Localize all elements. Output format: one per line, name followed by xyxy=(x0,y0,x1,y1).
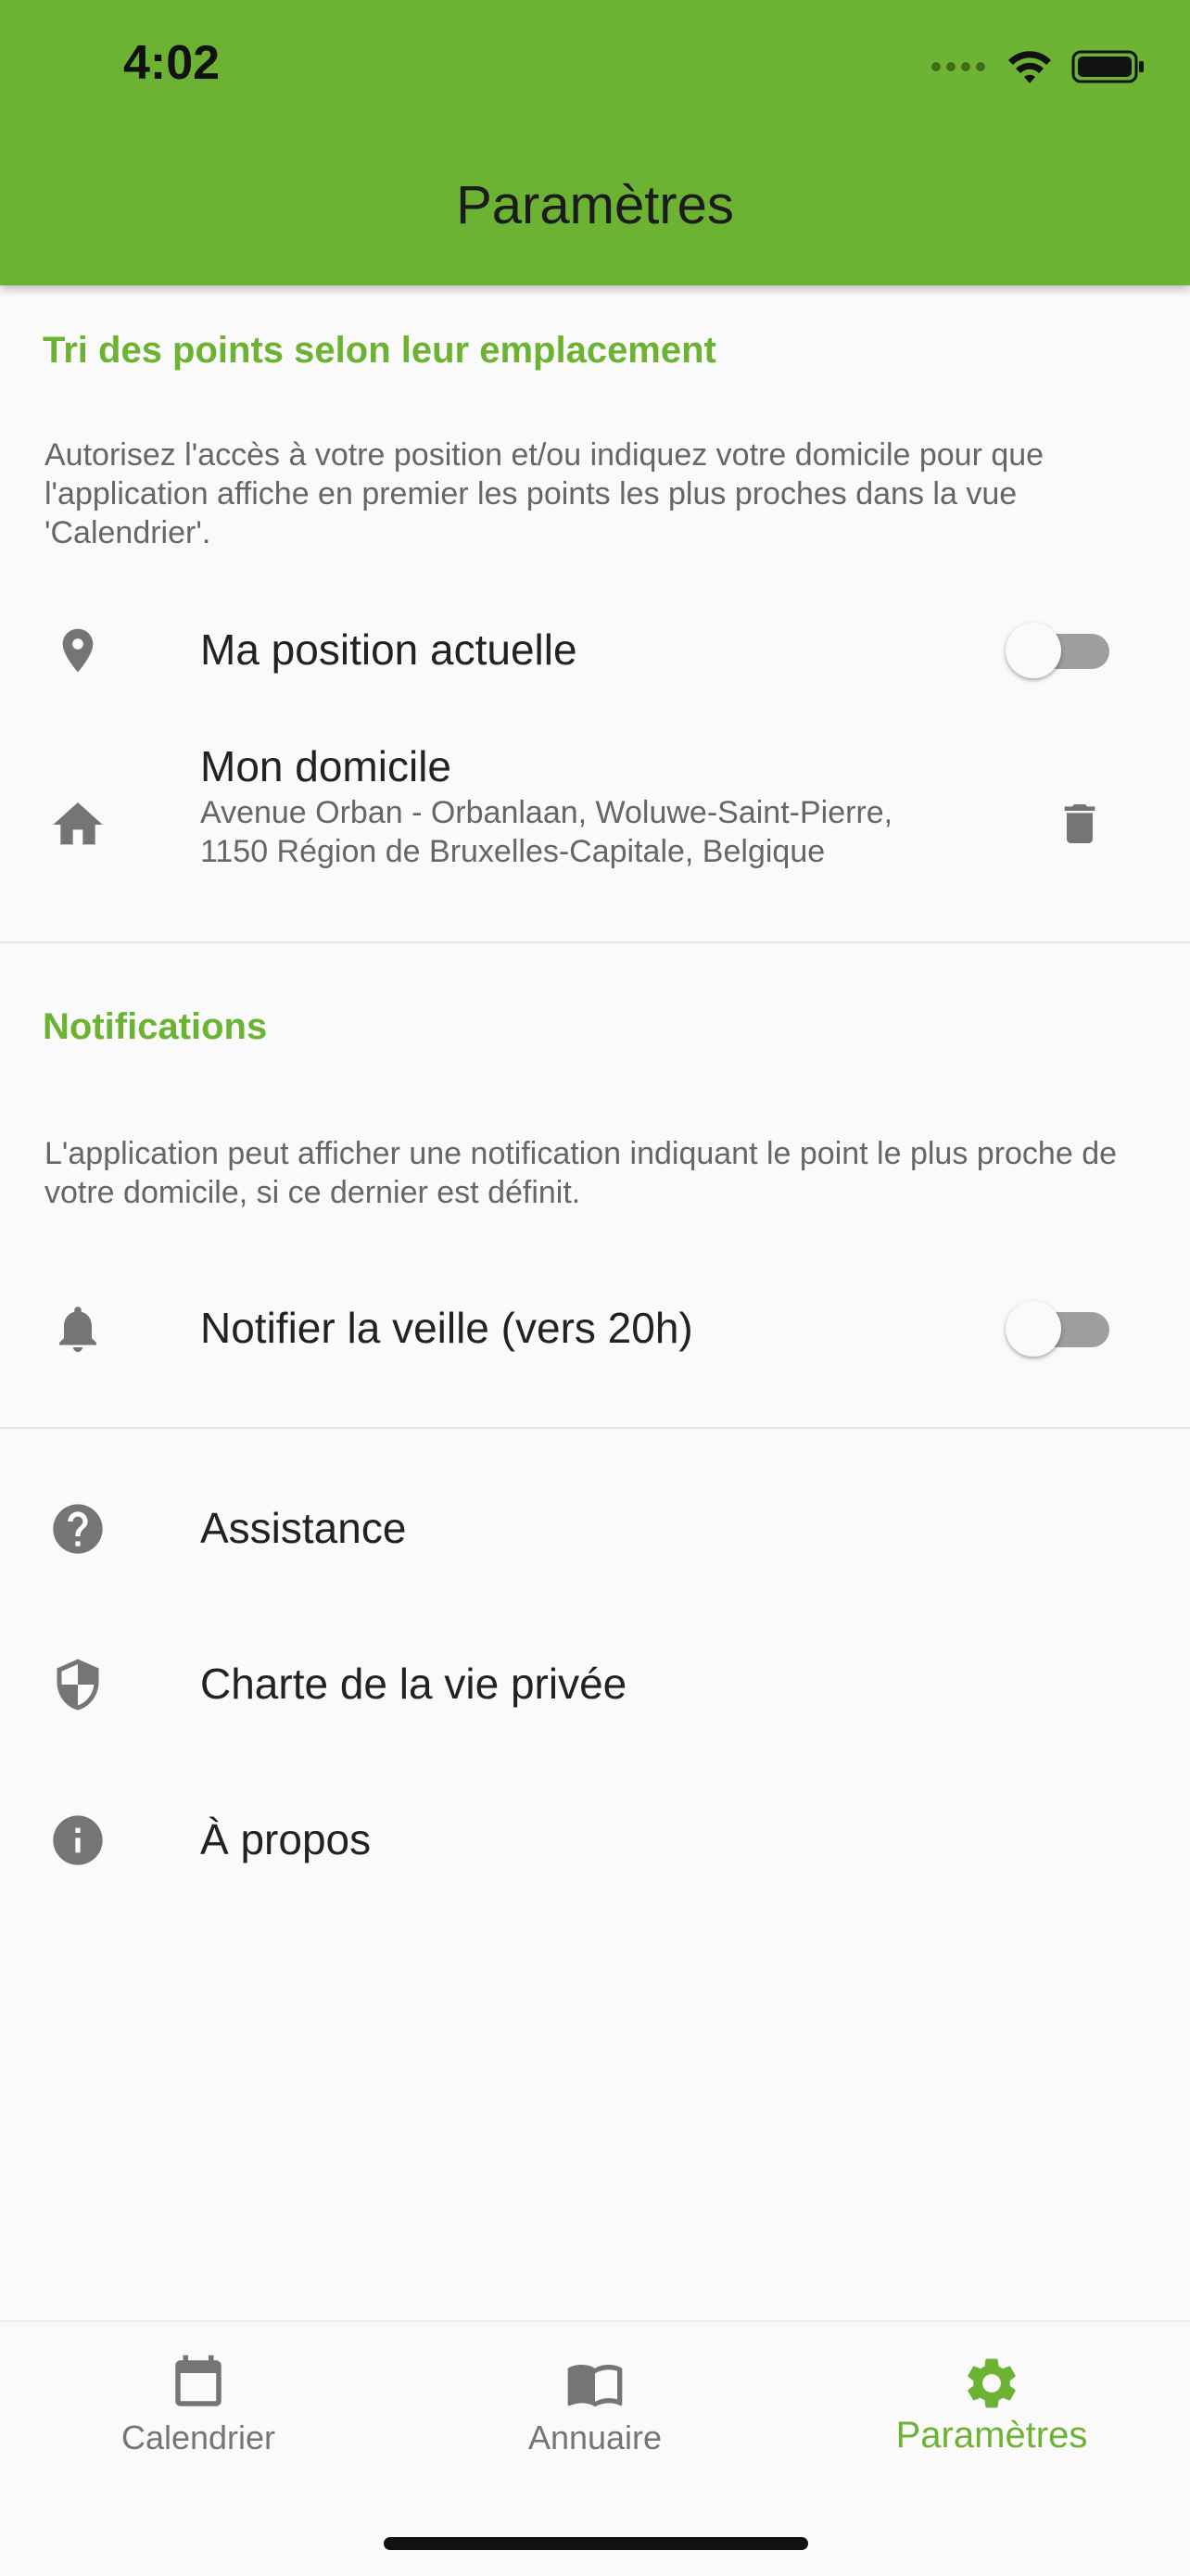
about-label: À propos xyxy=(200,1815,372,1863)
notify-eve-label: Notifier la veille (vers 20h) xyxy=(200,1304,693,1352)
book-icon xyxy=(397,2348,793,2418)
status-time: 4:02 xyxy=(123,36,221,90)
bell-icon xyxy=(46,1297,109,1360)
assistance-label: Assistance xyxy=(200,1504,407,1552)
signal-icon xyxy=(931,62,985,71)
nav-label-calendrier: Calendrier xyxy=(120,2418,276,2456)
notifications-section-title: Notifications xyxy=(43,1006,268,1047)
divider xyxy=(0,941,1190,943)
nav-item-annuaire[interactable]: Annuaire xyxy=(397,2322,793,2507)
nav-item-parametres[interactable]: Paramètres xyxy=(793,2322,1190,2507)
home-icon xyxy=(46,793,109,856)
notifications-section-description: L'application peut afficher une notifica… xyxy=(44,1136,1118,1210)
nav-label-parametres: Paramètres xyxy=(895,2415,1088,2456)
divider xyxy=(0,1427,1190,1429)
trash-icon[interactable] xyxy=(1047,791,1112,856)
calendar-icon xyxy=(0,2348,397,2418)
location-pin-icon xyxy=(46,619,109,682)
app-bar: 4:02 Paramètres xyxy=(0,0,1190,285)
location-section-title: Tri des points selon leur emplacement xyxy=(43,330,716,371)
current-position-toggle[interactable] xyxy=(1006,623,1109,678)
help-circle-icon xyxy=(46,1497,109,1560)
info-icon xyxy=(46,1809,109,1872)
location-section-description: Autorisez l'accès à votre position et/ou… xyxy=(44,437,1044,550)
privacy-label: Charte de la vie privée xyxy=(200,1660,627,1708)
wifi-icon xyxy=(1008,51,1051,83)
shield-icon xyxy=(46,1653,109,1716)
nav-label-annuaire: Annuaire xyxy=(527,2418,663,2456)
home-indicator[interactable] xyxy=(384,2537,808,2550)
home-address: Avenue Orban - Orbanlaan, Woluwe-Saint-P… xyxy=(200,795,893,869)
current-position-label: Ma position actuelle xyxy=(200,625,577,674)
page-title: Paramètres xyxy=(456,175,734,235)
notify-eve-toggle[interactable] xyxy=(1006,1301,1109,1357)
status-icons xyxy=(930,46,1146,87)
gear-icon xyxy=(793,2348,1190,2418)
home-label: Mon domicile xyxy=(200,742,451,790)
nav-item-calendrier[interactable]: Calendrier xyxy=(0,2322,397,2507)
battery-icon xyxy=(1071,50,1144,83)
